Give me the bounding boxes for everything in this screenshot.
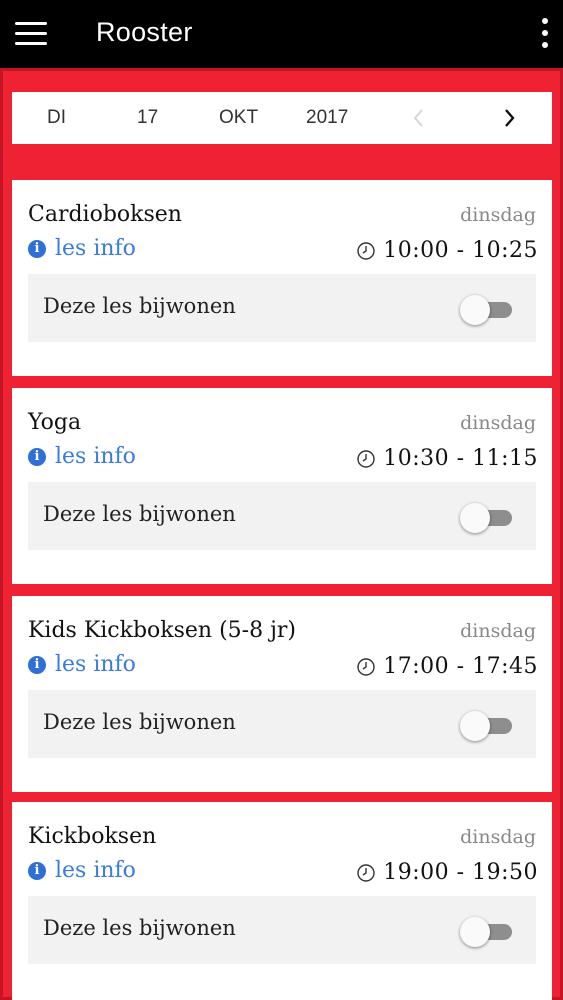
- class-info-link[interactable]: i les info: [28, 236, 136, 261]
- page-title: Rooster: [96, 17, 193, 47]
- hamburger-menu-icon[interactable]: [15, 22, 47, 46]
- info-icon: i: [28, 861, 46, 880]
- schedule-content: DI 17 OKT 2017 Cardioboksen dinsdag i le…: [0, 68, 563, 1000]
- class-info-label: les info: [55, 444, 136, 469]
- date-number[interactable]: 17: [137, 107, 158, 129]
- attend-toggle[interactable]: [460, 503, 514, 533]
- more-vertical-icon[interactable]: [541, 18, 549, 50]
- attend-row: Deze les bijwonen: [28, 690, 536, 758]
- class-time-range: 19:00 - 19:50: [383, 860, 538, 885]
- attend-toggle[interactable]: [460, 917, 514, 947]
- attend-label: Deze les bijwonen: [43, 916, 236, 940]
- info-icon: i: [28, 239, 46, 258]
- class-info-label: les info: [55, 652, 136, 677]
- attend-row: Deze les bijwonen: [28, 482, 536, 550]
- attend-label: Deze les bijwonen: [43, 294, 236, 318]
- clock-icon: [357, 241, 375, 260]
- class-title: Kickboksen: [28, 824, 157, 849]
- class-time-range: 10:00 - 10:25: [383, 238, 538, 263]
- info-icon: i: [28, 655, 46, 674]
- clock-icon: [357, 657, 375, 676]
- attend-toggle[interactable]: [460, 295, 514, 325]
- app-bar: Rooster: [0, 0, 563, 68]
- class-title: Kids Kickboksen (5-8 jr): [28, 618, 297, 643]
- class-info-link[interactable]: i les info: [28, 858, 136, 883]
- class-weekday: dinsdag: [460, 826, 536, 848]
- chevron-right-icon[interactable]: [496, 104, 522, 132]
- clock-icon: [357, 863, 375, 882]
- info-icon: i: [28, 447, 46, 466]
- clock-icon: [357, 449, 375, 468]
- attend-label: Deze les bijwonen: [43, 710, 236, 734]
- class-time: 17:00 - 17:45: [356, 654, 538, 679]
- class-card: Kids Kickboksen (5-8 jr) dinsdag i les i…: [12, 596, 552, 792]
- attend-row: Deze les bijwonen: [28, 274, 536, 342]
- class-info-label: les info: [55, 858, 136, 883]
- attend-row: Deze les bijwonen: [28, 896, 536, 964]
- attend-label: Deze les bijwonen: [43, 502, 236, 526]
- chevron-left-icon[interactable]: [406, 104, 432, 132]
- date-day[interactable]: DI: [47, 107, 66, 129]
- class-card: Kickboksen dinsdag i les info 19:00 - 19…: [12, 802, 552, 1000]
- class-time: 10:00 - 10:25: [356, 238, 538, 263]
- class-card: Yoga dinsdag i les info 10:30 - 11:15 De…: [12, 388, 552, 584]
- class-info-link[interactable]: i les info: [28, 444, 136, 469]
- date-year[interactable]: 2017: [306, 107, 348, 129]
- class-time: 10:30 - 11:15: [356, 446, 538, 471]
- class-info-link[interactable]: i les info: [28, 652, 136, 677]
- class-time-range: 17:00 - 17:45: [383, 654, 538, 679]
- class-title: Cardioboksen: [28, 202, 182, 227]
- class-weekday: dinsdag: [460, 204, 536, 226]
- class-time-range: 10:30 - 11:15: [383, 446, 538, 471]
- date-month[interactable]: OKT: [219, 107, 258, 129]
- date-picker: DI 17 OKT 2017: [12, 92, 552, 144]
- class-time: 19:00 - 19:50: [356, 860, 538, 885]
- class-weekday: dinsdag: [460, 620, 536, 642]
- attend-toggle[interactable]: [460, 711, 514, 741]
- class-card: Cardioboksen dinsdag i les info 10:00 - …: [12, 180, 552, 376]
- class-weekday: dinsdag: [460, 412, 536, 434]
- class-title: Yoga: [28, 410, 82, 435]
- class-info-label: les info: [55, 236, 136, 261]
